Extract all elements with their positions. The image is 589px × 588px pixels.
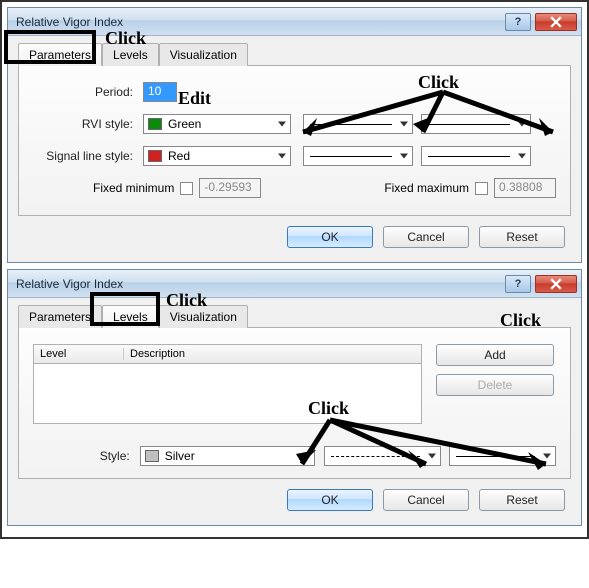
fixed-max-label: Fixed maximum xyxy=(384,181,469,195)
close-button[interactable] xyxy=(535,13,577,31)
signal-linestyle-combo[interactable] xyxy=(303,146,413,166)
parameters-panel: Period: 10 RVI style: Green xyxy=(18,66,571,216)
chevron-down-icon xyxy=(278,122,286,127)
silver-swatch-icon xyxy=(145,450,159,462)
ok-button[interactable]: OK xyxy=(287,489,373,511)
period-label: Period: xyxy=(33,85,143,99)
line-weight-icon xyxy=(456,456,535,457)
chevron-down-icon xyxy=(278,154,286,159)
rvi-linestyle-combo[interactable] xyxy=(303,114,413,134)
tab-visualization[interactable]: Visualization xyxy=(159,305,248,328)
cancel-button[interactable]: Cancel xyxy=(383,226,469,248)
signal-color-combo[interactable]: Red xyxy=(143,146,291,166)
levels-panel: Level Description Add Delete Style: Silv… xyxy=(18,328,571,479)
delete-button[interactable]: Delete xyxy=(436,374,554,396)
green-swatch-icon xyxy=(148,118,162,130)
button-row: OK Cancel Reset xyxy=(18,479,571,515)
chevron-down-icon xyxy=(428,454,436,459)
levels-list[interactable] xyxy=(33,364,422,424)
chevron-down-icon xyxy=(518,122,526,127)
line-solid-icon xyxy=(310,124,392,125)
tab-levels[interactable]: Levels xyxy=(102,43,159,66)
style-color-combo[interactable]: Silver xyxy=(140,446,315,466)
add-button[interactable]: Add xyxy=(436,344,554,366)
close-icon xyxy=(550,278,562,290)
style-linewidth-combo[interactable] xyxy=(449,446,556,466)
fixed-max-input[interactable]: 0.38808 xyxy=(494,178,556,198)
column-description[interactable]: Description xyxy=(124,348,421,360)
fixed-min-checkbox[interactable] xyxy=(180,182,193,195)
style-linestyle-combo[interactable] xyxy=(324,446,441,466)
chevron-down-icon xyxy=(302,454,310,459)
line-dash-icon xyxy=(331,456,420,457)
dialog-title: Relative Vigor Index xyxy=(16,15,501,29)
fixed-min-label: Fixed minimum xyxy=(93,181,174,195)
chevron-down-icon xyxy=(400,154,408,159)
close-button[interactable] xyxy=(535,275,577,293)
button-row: OK Cancel Reset xyxy=(18,216,571,252)
titlebar[interactable]: Relative Vigor Index ? xyxy=(8,8,581,36)
line-weight-icon xyxy=(428,156,510,157)
rvi-linewidth-combo[interactable] xyxy=(421,114,531,134)
line-solid-icon xyxy=(310,156,392,157)
tab-visualization[interactable]: Visualization xyxy=(159,43,248,66)
fixed-max-checkbox[interactable] xyxy=(475,182,488,195)
help-button[interactable]: ? xyxy=(505,275,531,293)
dialog-title: Relative Vigor Index xyxy=(16,277,501,291)
line-weight-icon xyxy=(428,124,510,125)
signal-linewidth-combo[interactable] xyxy=(421,146,531,166)
chevron-down-icon xyxy=(518,154,526,159)
cancel-button[interactable]: Cancel xyxy=(383,489,469,511)
tabstrip: Parameters Levels Visualization xyxy=(18,304,571,328)
ok-button[interactable]: OK xyxy=(287,226,373,248)
levels-list-header: Level Description xyxy=(33,344,422,364)
tab-parameters[interactable]: Parameters xyxy=(18,43,102,66)
column-level[interactable]: Level xyxy=(34,348,124,360)
fixed-min-input[interactable]: -0.29593 xyxy=(199,178,261,198)
help-button[interactable]: ? xyxy=(505,13,531,31)
dialog-levels: Relative Vigor Index ? Parameters Levels… xyxy=(7,269,582,526)
dialog-parameters: Relative Vigor Index ? Parameters Levels… xyxy=(7,7,582,263)
titlebar[interactable]: Relative Vigor Index ? xyxy=(8,270,581,298)
period-input[interactable]: 10 xyxy=(143,82,177,102)
tabstrip: Parameters Levels Visualization xyxy=(18,42,571,66)
tab-parameters[interactable]: Parameters xyxy=(18,305,102,328)
signal-style-label: Signal line style: xyxy=(33,149,143,163)
reset-button[interactable]: Reset xyxy=(479,226,565,248)
chevron-down-icon xyxy=(543,454,551,459)
tab-levels[interactable]: Levels xyxy=(102,305,159,328)
chevron-down-icon xyxy=(400,122,408,127)
rvi-style-label: RVI style: xyxy=(33,117,143,131)
reset-button[interactable]: Reset xyxy=(479,489,565,511)
rvi-color-combo[interactable]: Green xyxy=(143,114,291,134)
style-label: Style: xyxy=(33,449,140,463)
red-swatch-icon xyxy=(148,150,162,162)
close-icon xyxy=(550,16,562,28)
